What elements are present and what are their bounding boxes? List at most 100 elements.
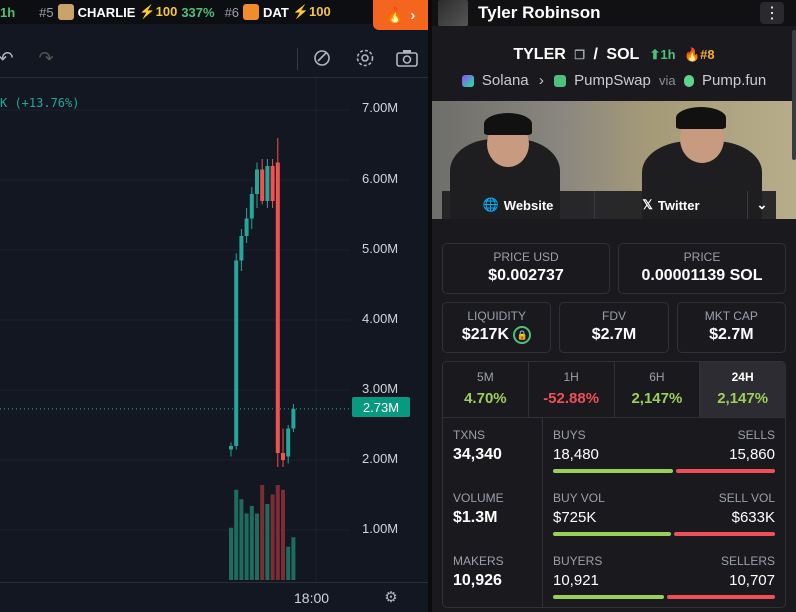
via-label: via [659,73,676,88]
price-usd-box: PRICE USD $0.002737 [442,243,610,294]
undo-icon[interactable]: ↶ [0,46,18,70]
price-chart[interactable]: K (+13.76%) 7.00M 6.00M 5.00M 4.00M 3.00… [0,78,428,582]
trending-fire-button[interactable]: 🔥 › [373,0,428,30]
market-stats: LIQUIDITY $217K 🔒 FDV $2.7M MKT CAP $2.7… [432,302,796,353]
price-usd-value: $0.002737 [488,267,564,284]
globe-icon: 🌐 [482,197,499,212]
ticker-boost: ⚡100 [292,4,331,19]
tab-1h[interactable]: 1H -52.88% [529,362,615,417]
chevron-down-icon: ⌄ [756,197,768,212]
tab-change: -52.88% [543,390,600,407]
banner-figure-cap [676,107,726,129]
axis-settings-icon[interactable]: ⚙ [382,588,400,606]
twitter-link[interactable]: 𝕏 Twitter [595,191,748,219]
tab-change: 4.70% [464,390,507,407]
token-info-panel: Tyler Robinson ⋮ TYLER ❐ / SOL ⬆1h 🔥#8 S… [432,0,796,612]
price-native-value: 0.00001139 SOL [641,267,763,284]
txns-label: TXNS [453,428,486,442]
token-avatar [438,0,468,26]
tab-6h[interactable]: 6H 2,147% [615,362,701,417]
buy-vol-share [553,532,671,536]
chart-change-legend: K (+13.76%) [0,96,80,110]
candle-body [249,194,254,219]
candle-body [260,169,265,201]
makers-value: 10,926 [453,572,502,589]
panel-scrollbar[interactable] [792,30,796,160]
sells-label: SELLS [737,428,775,442]
txns-row: TXNS 34,340 BUYS SELLS 18,480 15,860 [443,418,785,481]
rank-text: #8 [700,47,715,62]
token-banner-image: 🌐 Website 𝕏 Twitter ⌄ [432,101,796,219]
ticker-rank: #6 [224,4,240,20]
more-links-button[interactable]: ⌄ [748,191,776,219]
candle-body [291,408,296,429]
fdv-box: FDV $2.7M [559,302,669,353]
launchpad-name[interactable]: Pump.fun [702,72,766,89]
camera-icon[interactable] [395,46,419,70]
candle-body [234,260,239,446]
trending-timeframe: ⬆1h [649,47,676,62]
ticker-boost: ⚡100 [139,4,178,19]
chevron-right-icon: › [410,6,416,24]
tab-24h[interactable]: 24H 2,147% [700,362,785,417]
banner-figure-cap [484,113,532,135]
y-axis-label: 3.00M [362,381,399,396]
buy-share [553,469,673,473]
volume-bar [281,489,285,580]
buys-value: 18,480 [553,446,599,463]
time-axis-label: 18:00 [294,590,330,606]
dex-name[interactable]: PumpSwap [574,72,651,89]
candle-body [239,236,244,261]
website-label: Website [503,197,554,213]
tab-change: 2,147% [717,390,769,407]
price-native-box: PRICE 0.00001139 SOL [618,243,786,294]
timeframe-text: 1h [660,47,676,62]
more-menu-button[interactable]: ⋮ [760,2,784,24]
token-avatar-icon [57,4,74,20]
volume-bar [229,527,233,580]
chain-name[interactable]: Solana [482,72,529,89]
candlestick-chart[interactable] [0,78,428,582]
y-axis-label: 4.00M [362,311,399,326]
website-link[interactable]: 🌐 Website [442,191,595,219]
indicator-icon[interactable] [310,46,334,70]
volume-bar [265,504,270,580]
toolbar-divider [297,48,298,70]
liquidity-label: LIQUIDITY [467,309,526,323]
candle-body [244,218,249,236]
tab-5m[interactable]: 5M 4.70% [443,362,529,417]
chain-breadcrumb: Solana › PumpSwap via Pump.fun [432,72,796,89]
lock-icon[interactable]: 🔒 [513,326,532,344]
token-name: Tyler Robinson [478,3,601,22]
ticker-item-dat[interactable]: #6 DAT ⚡100 [225,4,335,20]
ticker-item-charlie[interactable]: #5 CHARLIE ⚡100 337% [39,4,215,20]
price-usd-label: PRICE USD [493,250,559,264]
volume-bar [244,513,249,580]
gear-icon[interactable] [353,46,377,70]
sell-vol-label: SELL VOL [718,491,775,505]
volume-bar [249,505,254,580]
candle-body [270,166,275,201]
sell-share [675,469,775,473]
sell-vol-share [673,532,775,536]
volume-label: VOLUME [453,491,504,505]
twitter-label: Twitter [657,197,700,213]
tab-label: 5M [477,370,494,384]
pill-icon [683,75,694,88]
redo-icon[interactable]: ↷ [34,46,58,70]
current-price-tag: 2.73M [352,397,410,417]
copy-icon[interactable]: ❐ [574,48,585,62]
chevron-right-icon: › [538,72,544,89]
buys-label: BUYS [553,428,586,442]
volume-bar [239,499,244,580]
mcap-box: MKT CAP $2.7M [676,302,786,353]
ticker-item[interactable]: 1h [0,5,15,20]
buyers-sellers-bar [553,595,775,599]
sell-vol-value: $633K [731,509,775,526]
pair-separator: / [593,46,598,63]
app-root: 1h #5 CHARLIE ⚡100 337% #6 DAT ⚡100 🔥 › … [0,0,796,612]
volume-row: VOLUME $1.3M BUY VOL SELL VOL $725K $633K [443,481,785,544]
fdv-label: FDV [601,309,626,323]
volume-bar [260,485,265,580]
trending-rank: 🔥#8 [683,47,715,62]
